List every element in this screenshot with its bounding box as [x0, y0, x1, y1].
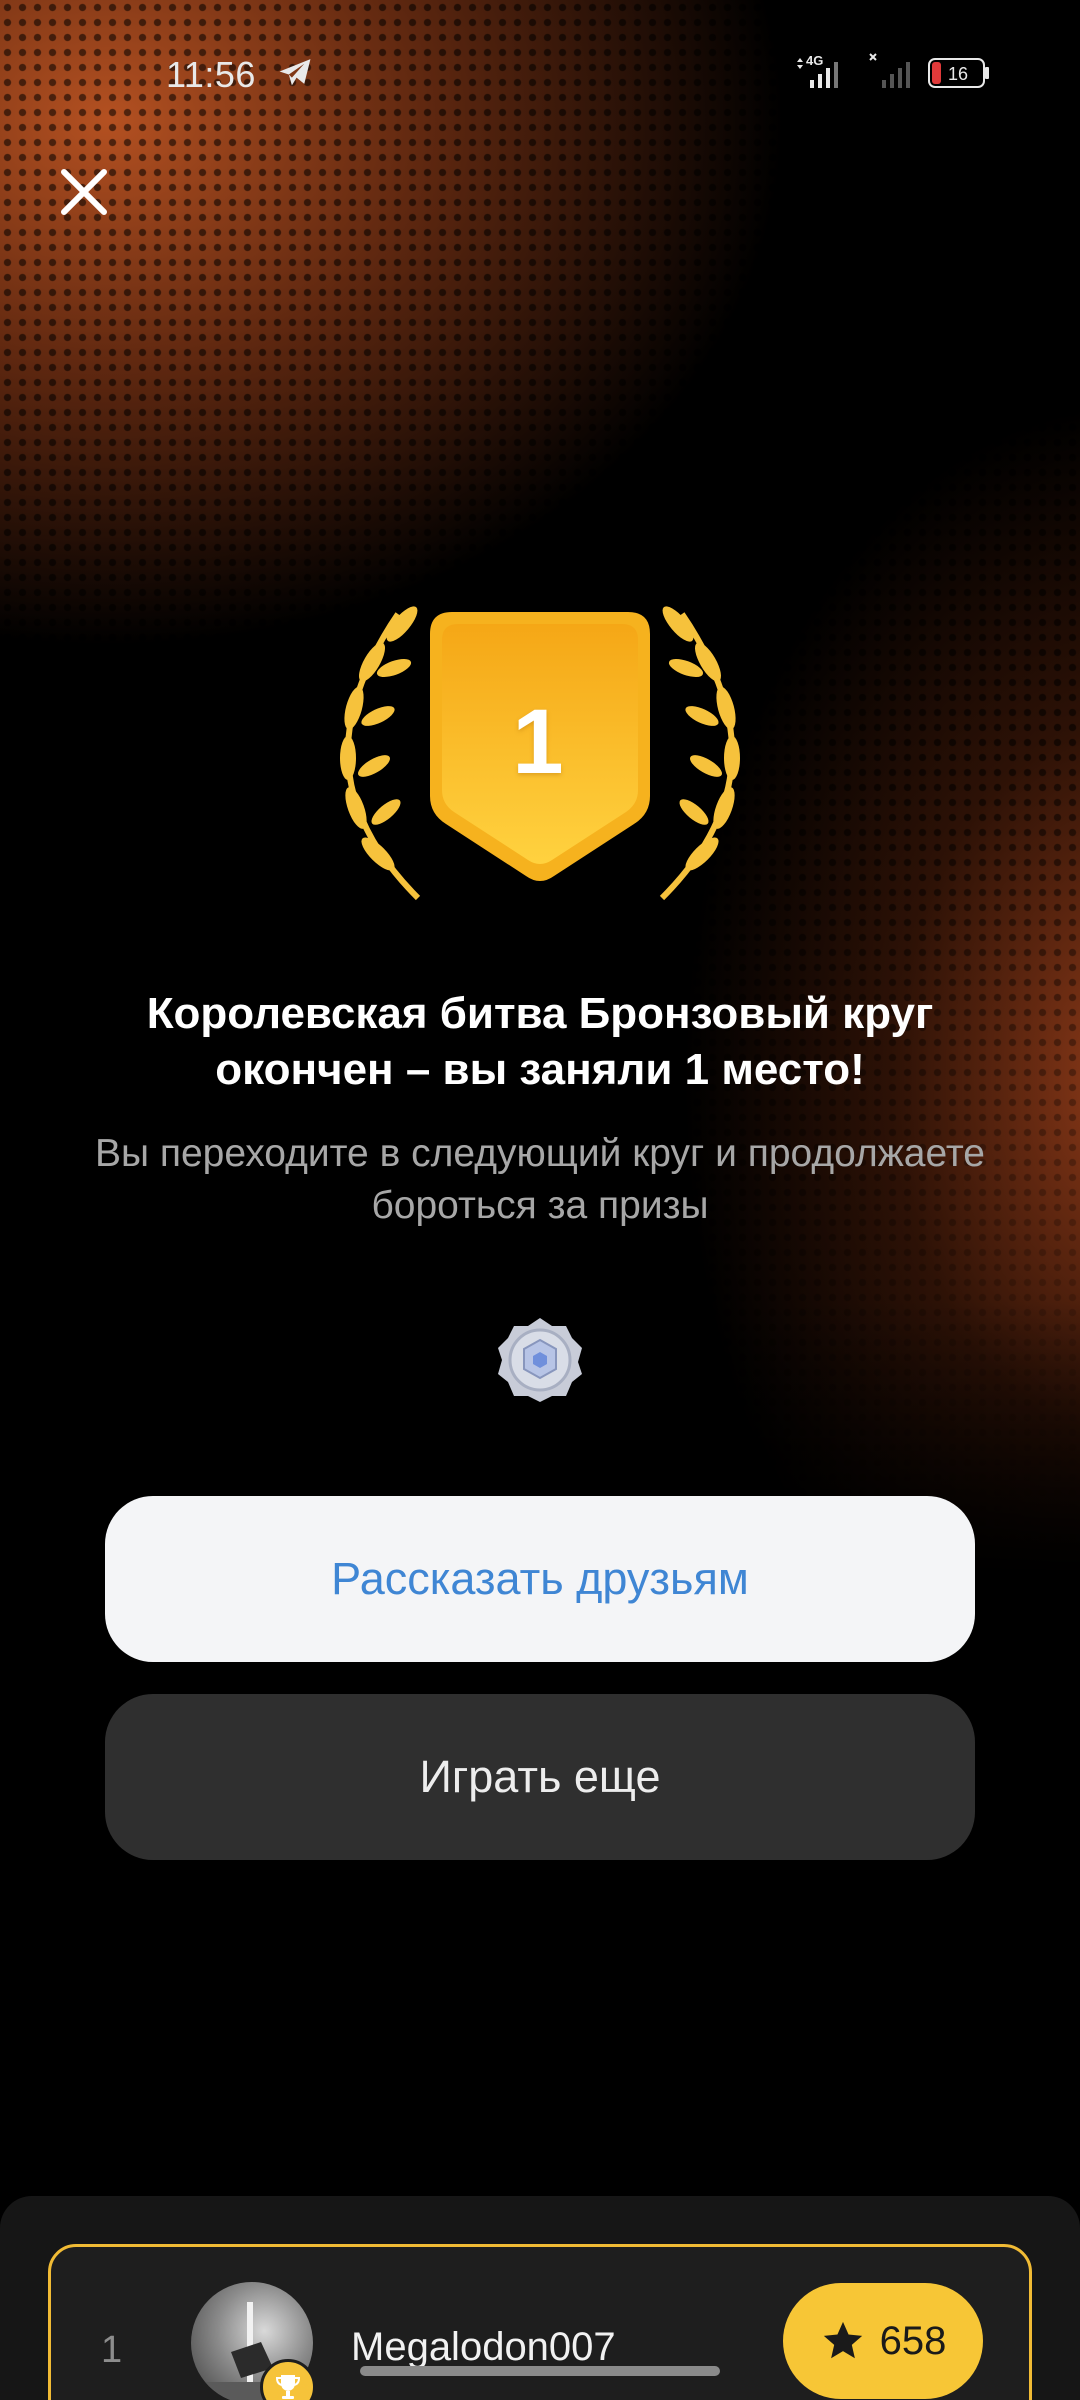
leaderboard-username: Megalodon007 — [351, 2325, 616, 2369]
status-bar: 11:56 4G 16 — [0, 0, 1080, 140]
silver-league-badge-icon — [498, 1318, 582, 1402]
svg-text:4G: 4G — [806, 53, 823, 68]
status-time: 11:56 — [166, 54, 256, 95]
place-number: 1 — [512, 691, 564, 793]
score-badge: 658 — [783, 2283, 983, 2399]
play-again-button[interactable]: Играть еще — [105, 1694, 975, 1860]
star-icon — [823, 2321, 862, 2359]
close-icon[interactable] — [56, 164, 112, 220]
signal-4g-icon: 4G — [797, 53, 838, 88]
share-with-friends-button[interactable]: Рассказать друзьям — [105, 1496, 975, 1662]
result-title: Королевская битва Бронзовый круг окончен… — [146, 989, 934, 1094]
score-value: 658 — [879, 2318, 947, 2363]
laurel-right-icon — [659, 606, 740, 901]
leaderboard-rank: 1 — [101, 2329, 123, 2371]
home-indicator[interactable] — [360, 2366, 720, 2376]
result-subtitle: Вы переходите в следующий круг и продолж… — [94, 1132, 985, 1227]
telegram-icon — [279, 59, 311, 86]
leaderboard-row[interactable]: 1 Megalodon007 658 — [48, 2244, 1032, 2400]
signal-nosim-icon — [869, 53, 910, 88]
laurel-left-icon — [340, 606, 421, 901]
battery-icon: 16 — [928, 58, 989, 88]
svg-text:16: 16 — [948, 64, 968, 84]
